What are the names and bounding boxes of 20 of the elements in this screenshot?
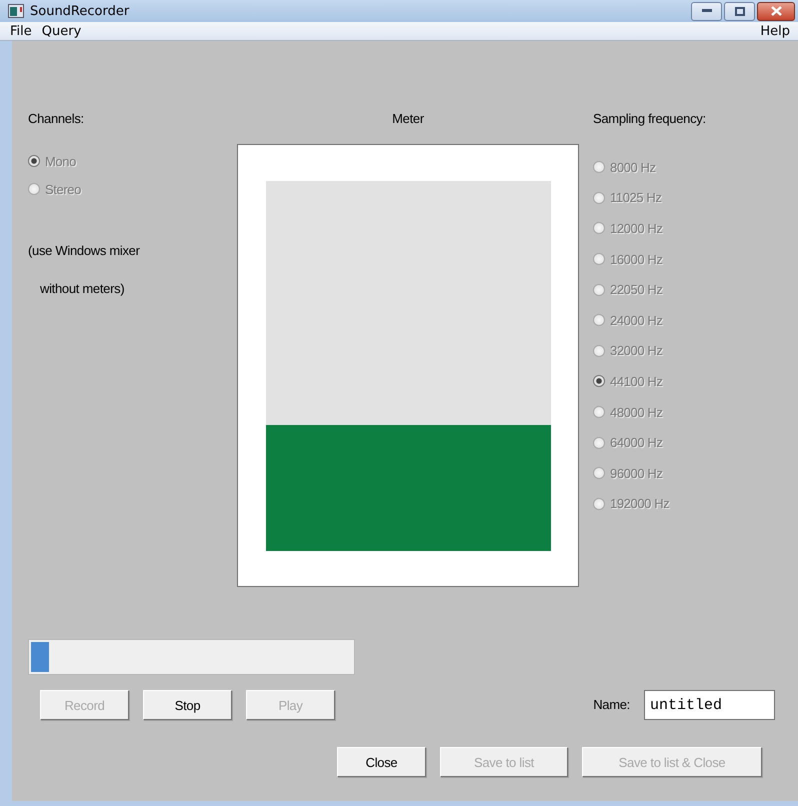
name-field[interactable]: untitled — [644, 690, 775, 720]
window-title: SoundRecorder — [30, 4, 130, 18]
name-label: Name: — [593, 697, 630, 713]
action-button[interactable]: Close — [337, 747, 426, 777]
minimize-icon — [702, 9, 712, 13]
close-icon — [770, 6, 782, 16]
maximize-icon — [734, 6, 744, 16]
app-icon — [8, 4, 24, 18]
close-button[interactable] — [757, 2, 795, 20]
maximize-button[interactable] — [724, 2, 755, 20]
mixer-note: without meters) — [40, 281, 124, 297]
menu-item[interactable]: Query — [38, 24, 88, 38]
minimize-button[interactable] — [691, 2, 722, 20]
action-button[interactable]: Stop — [143, 690, 232, 720]
mixer-note: (use Windows mixer — [28, 243, 140, 259]
meter-label: Meter — [392, 111, 424, 127]
sampling-label: Sampling frequency: — [593, 111, 706, 127]
channels-label: Channels: — [28, 111, 84, 127]
menu-item[interactable]: File — [6, 24, 38, 38]
menu-item[interactable]: Help — [756, 24, 796, 38]
